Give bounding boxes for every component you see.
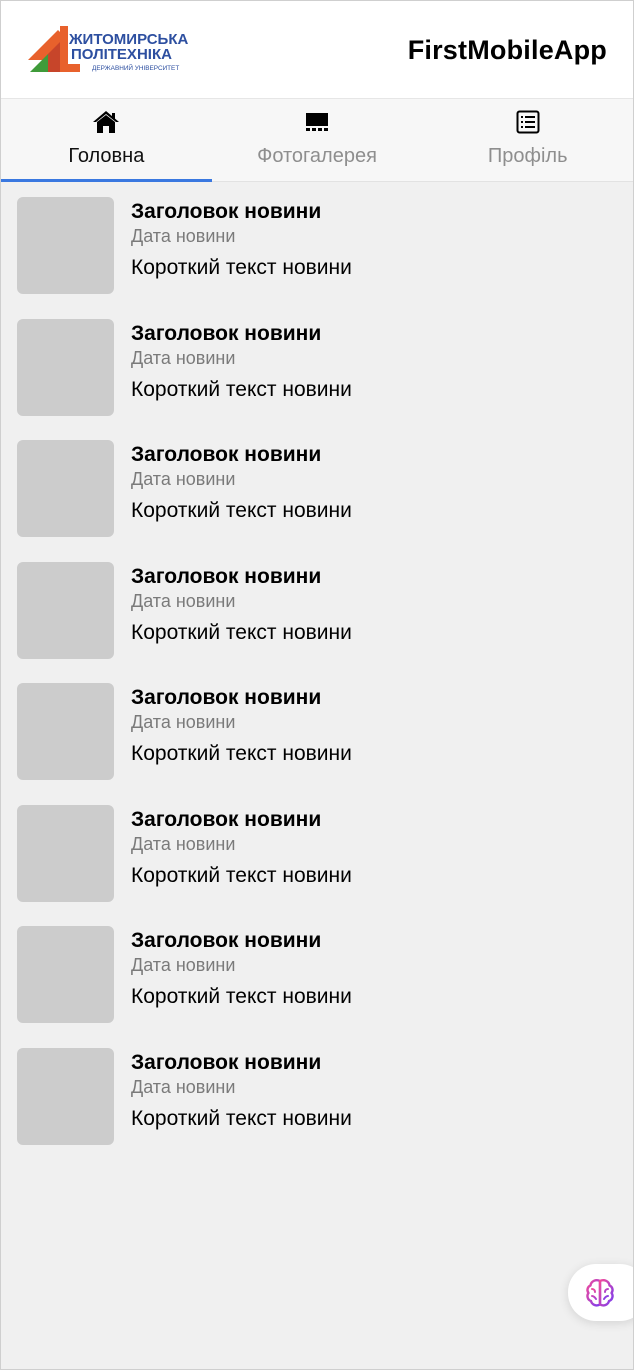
news-title: Заголовок новини xyxy=(131,564,322,588)
tab-gallery[interactable]: Фотогалерея xyxy=(212,99,423,181)
home-icon xyxy=(92,109,120,135)
news-title: Заголовок новини xyxy=(131,686,322,709)
news-thumbnail xyxy=(17,561,114,659)
svg-text:ПОЛІТЕХНІКА: ПОЛІТЕХНІКА xyxy=(71,46,172,63)
news-item[interactable]: Заголовок новини Дата новини Короткий те… xyxy=(1,668,633,790)
news-item[interactable]: Заголовок новини Дата новини Короткий те… xyxy=(1,790,633,912)
news-title: Заголовок новини xyxy=(131,321,322,345)
news-title: Заголовок новини xyxy=(131,200,322,223)
news-text: Короткий текст новини xyxy=(131,620,352,644)
news-thumbnail xyxy=(17,440,114,537)
news-date: Дата новини xyxy=(131,712,236,732)
svg-text:ДЕРЖАВНИЙ УНІВЕРСИТЕТ: ДЕРЖАВНИЙ УНІВЕРСИТЕТ xyxy=(92,63,179,72)
news-date: Дата новини xyxy=(131,1076,236,1097)
news-title: Заголовок новини xyxy=(131,929,322,952)
assistant-floating-button[interactable] xyxy=(568,1264,633,1321)
news-text: Короткий текст новини xyxy=(131,863,352,887)
news-thumbnail xyxy=(17,318,114,416)
tab-home-label: Головна xyxy=(68,145,145,167)
news-text: Короткий текст новини xyxy=(131,499,352,522)
app-header: ЖИТОМИРСЬКА ПОЛІТЕХНІКА ДЕРЖАВНИЙ УНІВЕР… xyxy=(1,1,633,99)
news-date: Дата новини xyxy=(131,226,236,246)
app-title: FirstMobileApp xyxy=(407,35,607,65)
news-text: Короткий текст новини xyxy=(131,256,352,279)
news-thumbnail xyxy=(17,1047,114,1145)
news-text: Короткий текст новини xyxy=(131,377,352,401)
tab-gallery-label: Фотогалерея xyxy=(257,145,377,167)
news-thumbnail xyxy=(17,197,114,294)
brain-icon xyxy=(584,1277,616,1314)
tab-profile[interactable]: Профіль xyxy=(422,99,633,181)
tab-home[interactable]: Головна xyxy=(1,99,212,182)
news-item[interactable]: Заголовок новини Дата новини Короткий те… xyxy=(1,182,633,304)
news-thumbnail xyxy=(17,683,114,780)
news-title: Заголовок новини xyxy=(131,1050,322,1074)
news-thumbnail xyxy=(17,926,114,1023)
news-item[interactable]: Заголовок новини Дата новини Короткий те… xyxy=(1,1033,633,1155)
news-text: Короткий текст новини xyxy=(131,985,352,1008)
news-date: Дата новини xyxy=(131,833,236,854)
news-date: Дата новини xyxy=(131,590,236,611)
tab-bar: Головна Фотогалерея Профіль xyxy=(1,99,633,182)
news-date: Дата новини xyxy=(131,955,236,975)
news-title: Заголовок новини xyxy=(131,807,322,831)
news-item[interactable]: Заголовок новини Дата новини Короткий те… xyxy=(1,425,633,547)
news-text: Короткий текст новини xyxy=(131,742,352,765)
news-item[interactable]: Заголовок новини Дата новини Короткий те… xyxy=(1,911,633,1033)
news-item[interactable]: Заголовок новини Дата новини Короткий те… xyxy=(1,547,633,669)
list-icon xyxy=(516,109,540,135)
news-text: Короткий текст новини xyxy=(131,1106,352,1130)
news-date: Дата новини xyxy=(131,347,236,368)
news-date: Дата новини xyxy=(131,469,236,489)
news-thumbnail xyxy=(17,804,114,902)
university-logo: ЖИТОМИРСЬКА ПОЛІТЕХНІКА ДЕРЖАВНИЙ УНІВЕР… xyxy=(28,24,198,76)
app-screen: ЖИТОМИРСЬКА ПОЛІТЕХНІКА ДЕРЖАВНИЙ УНІВЕР… xyxy=(0,0,634,1370)
gallery-icon xyxy=(305,109,329,135)
news-item[interactable]: Заголовок новини Дата новини Короткий те… xyxy=(1,304,633,426)
news-title: Заголовок новини xyxy=(131,443,322,466)
news-list: Заголовок новини Дата новини Короткий те… xyxy=(1,182,633,1154)
tab-profile-label: Профіль xyxy=(487,145,568,167)
